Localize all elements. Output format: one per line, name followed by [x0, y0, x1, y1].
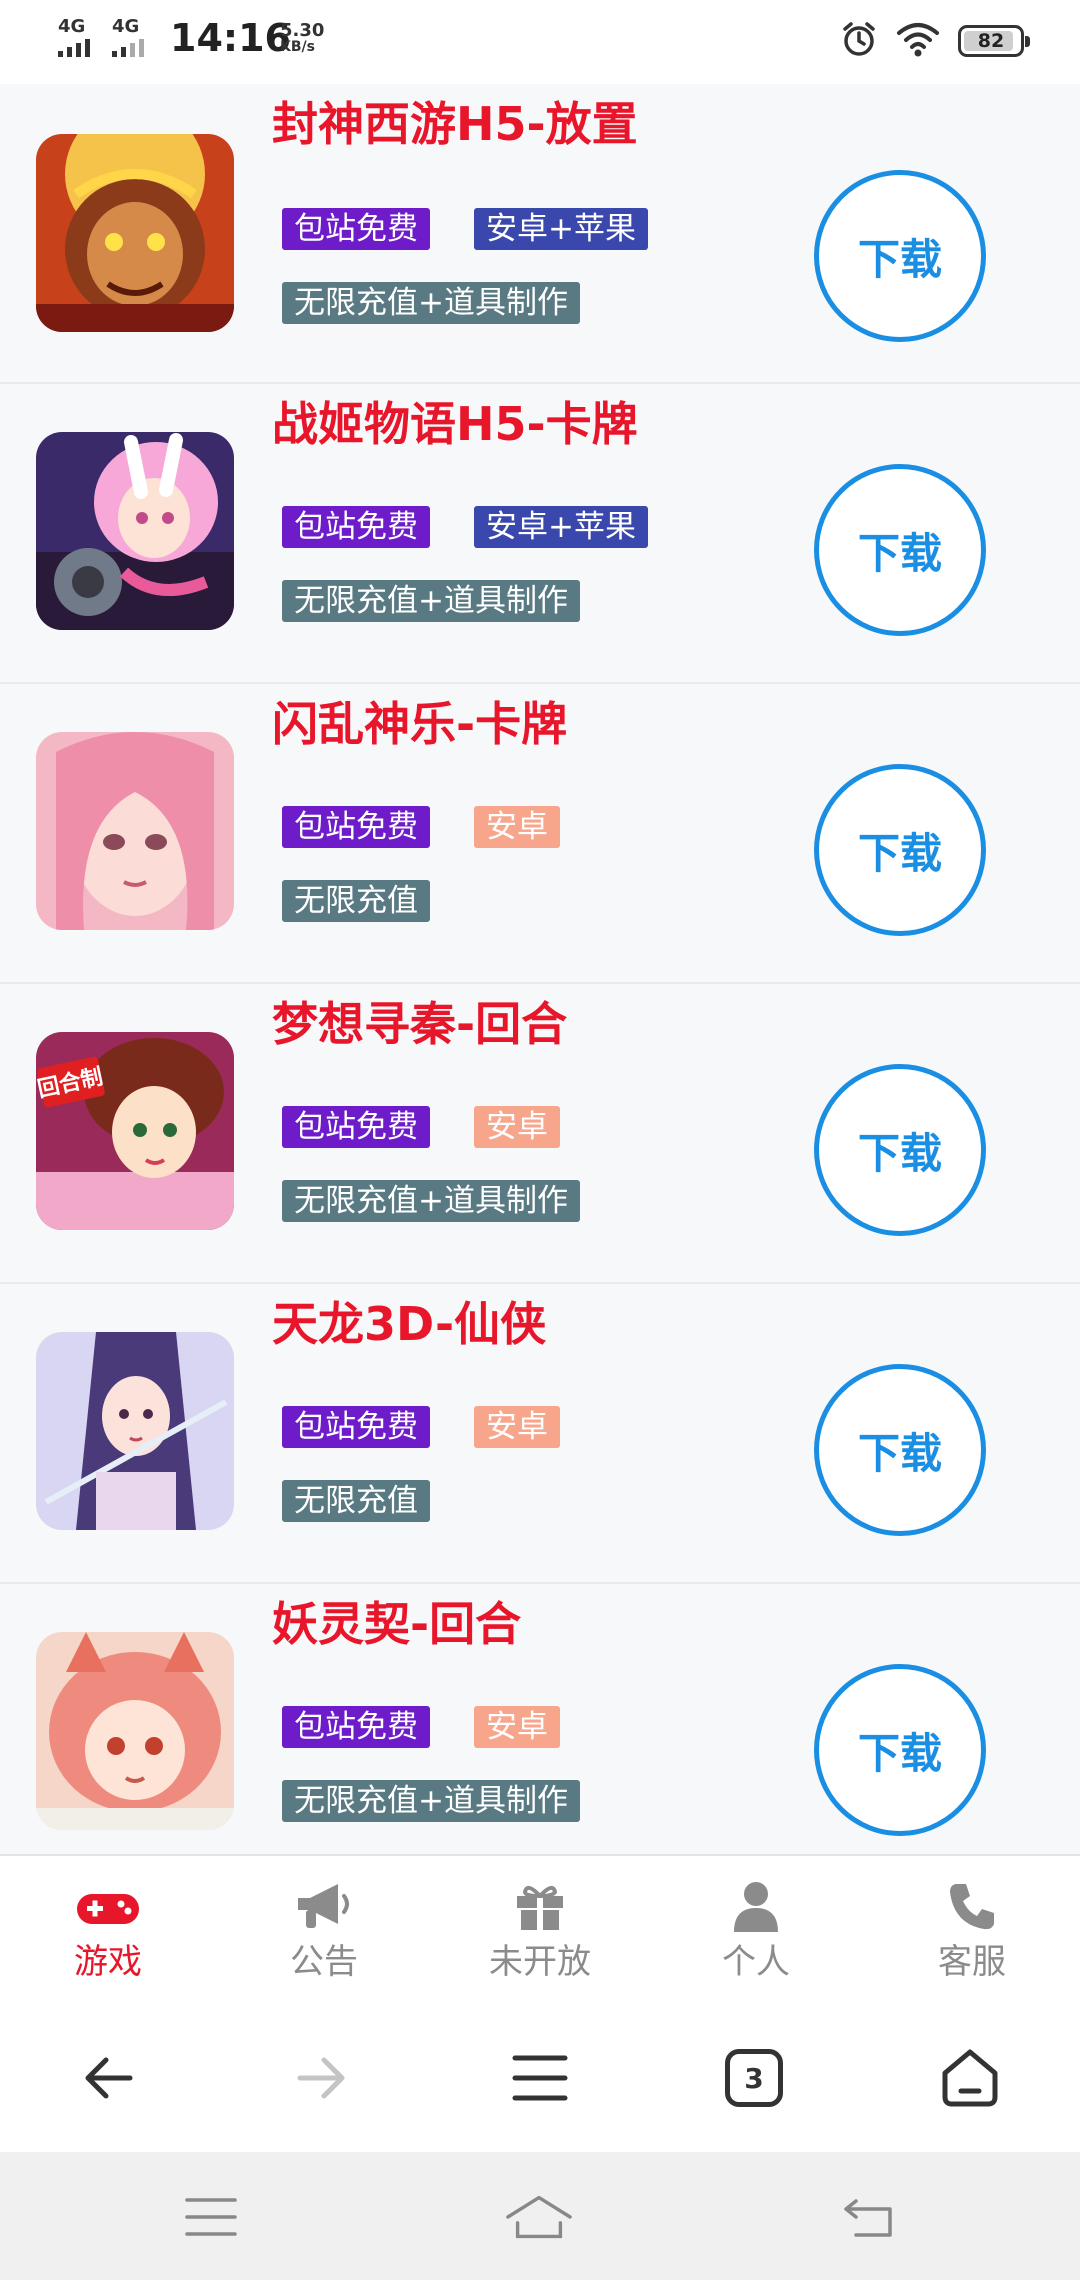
clock: 14:16	[170, 16, 291, 60]
tag-free-hosting: 包站免费	[282, 1106, 430, 1148]
game-list[interactable]: 封神西游H5-放置 包站免费 安卓+苹果 无限充值+道具制作 下载 战姬物语H5…	[0, 84, 1080, 1854]
game-list-item[interactable]: 战姬物语H5-卡牌 包站免费 安卓+苹果 无限充值+道具制作 下载	[0, 384, 1080, 684]
battery-level: 82	[977, 30, 1005, 52]
tag-platform: 安卓+苹果	[474, 506, 648, 548]
back-icon[interactable]	[834, 2190, 904, 2244]
sim1-signal: 4G	[58, 18, 90, 57]
game-icon-yaoling-fox-girl[interactable]	[36, 1632, 234, 1830]
tab-not-open[interactable]: 未开放	[460, 1880, 620, 1983]
download-button[interactable]: 下载	[814, 464, 986, 636]
tag-free-hosting: 包站免费	[282, 1406, 430, 1448]
home-icon[interactable]	[504, 2190, 574, 2244]
tab-customer-service[interactable]: 客服	[892, 1880, 1052, 1983]
game-title[interactable]: 闪乱神乐-卡牌	[272, 688, 567, 754]
game-icon-tianlong-3d[interactable]	[36, 1332, 234, 1530]
gift-icon	[460, 1880, 620, 1932]
tag-feature: 无限充值+道具制作	[282, 1180, 580, 1222]
tag-platform: 安卓	[474, 1106, 560, 1148]
home-icon[interactable]	[938, 2046, 1002, 2110]
back-arrow-icon[interactable]	[76, 2046, 140, 2110]
game-icon-mengxiang-xunqin[interactable]: 回合制	[36, 1032, 234, 1230]
tab-personal[interactable]: 个人	[676, 1880, 836, 1983]
tag-platform: 安卓	[474, 1406, 560, 1448]
game-title[interactable]: 封神西游H5-放置	[272, 88, 638, 154]
tag-feature: 无限充值	[282, 1480, 430, 1522]
game-list-item[interactable]: 天龙3D-仙侠 包站免费 安卓 无限充值 下载	[0, 1284, 1080, 1584]
tab-label: 游戏	[74, 1942, 142, 1982]
tab-games[interactable]: 游戏	[28, 1880, 188, 1983]
speed-unit: KB/s	[280, 39, 315, 55]
game-title[interactable]: 妖灵契-回合	[272, 1588, 521, 1654]
download-button[interactable]: 下载	[814, 1664, 986, 1836]
gamepad-icon	[28, 1880, 188, 1932]
signal-bars-icon	[112, 39, 144, 57]
wifi-icon	[896, 21, 940, 61]
tab-label: 未开放	[489, 1942, 591, 1982]
system-navigation-bar	[0, 2152, 1080, 2280]
tag-feature: 无限充值+道具制作	[282, 1780, 580, 1822]
phone-icon	[892, 1880, 1052, 1932]
tag-feature: 无限充值	[282, 880, 430, 922]
tag-platform: 安卓	[474, 806, 560, 848]
tag-feature: 无限充值+道具制作	[282, 580, 580, 622]
menu-icon[interactable]	[508, 2046, 572, 2110]
bottom-tab-bar: 游戏 公告 未开放 个人 客服	[0, 1854, 1080, 2004]
tag-free-hosting: 包站免费	[282, 1706, 430, 1748]
tab-label: 个人	[722, 1942, 790, 1982]
tag-free-hosting: 包站免费	[282, 208, 430, 250]
network-speed: 5.30 KB/s	[280, 22, 324, 56]
tab-label: 公告	[290, 1942, 358, 1982]
download-button[interactable]: 下载	[814, 1064, 986, 1236]
person-icon	[676, 1880, 836, 1932]
speed-value: 5.30	[280, 20, 325, 41]
browser-toolbar: 3	[0, 2004, 1080, 2152]
tag-platform: 安卓	[474, 1706, 560, 1748]
game-list-item[interactable]: 妖灵契-回合 包站免费 安卓 无限充值+道具制作 下载	[0, 1584, 1080, 1854]
sim1-network-type: 4G	[58, 16, 86, 37]
recents-icon[interactable]	[176, 2190, 246, 2244]
tag-platform: 安卓+苹果	[474, 208, 648, 250]
game-title[interactable]: 战姬物语H5-卡牌	[272, 388, 638, 454]
tag-feature: 无限充值+道具制作	[282, 282, 580, 324]
game-icon-shanluan-pink-girl[interactable]	[36, 732, 234, 930]
tag-free-hosting: 包站免费	[282, 506, 430, 548]
download-button[interactable]: 下载	[814, 170, 986, 342]
tab-count: 3	[725, 2049, 783, 2107]
alarm-icon	[840, 20, 878, 62]
tab-label: 客服	[938, 1942, 1006, 1982]
tag-free-hosting: 包站免费	[282, 806, 430, 848]
download-button[interactable]: 下载	[814, 1364, 986, 1536]
game-title[interactable]: 梦想寻秦-回合	[272, 988, 567, 1054]
signal-bars-icon	[58, 39, 90, 57]
status-bar: 4G 4G 14:16 5.30 KB/s 82	[0, 0, 1080, 84]
sim2-network-type: 4G	[112, 16, 140, 37]
game-list-item[interactable]: 回合制 梦想寻秦-回合 包站免费 安卓 无限充值+道具制作 下载	[0, 984, 1080, 1284]
tab-announcements[interactable]: 公告	[244, 1880, 404, 1983]
game-icon-zhanji-anime-girl[interactable]	[36, 432, 234, 630]
download-button[interactable]: 下载	[814, 764, 986, 936]
game-list-item[interactable]: 闪乱神乐-卡牌 包站免费 安卓 无限充值 下载	[0, 684, 1080, 984]
game-title[interactable]: 天龙3D-仙侠	[272, 1288, 546, 1354]
megaphone-icon	[244, 1880, 404, 1932]
game-icon-fengshen-monkey-king[interactable]	[36, 134, 234, 332]
battery-icon: 82	[958, 25, 1030, 57]
sim2-signal: 4G	[112, 18, 144, 57]
game-list-item[interactable]: 封神西游H5-放置 包站免费 安卓+苹果 无限充值+道具制作 下载	[0, 84, 1080, 384]
forward-arrow-icon[interactable]	[290, 2046, 354, 2110]
tabs-icon[interactable]: 3	[722, 2046, 786, 2110]
